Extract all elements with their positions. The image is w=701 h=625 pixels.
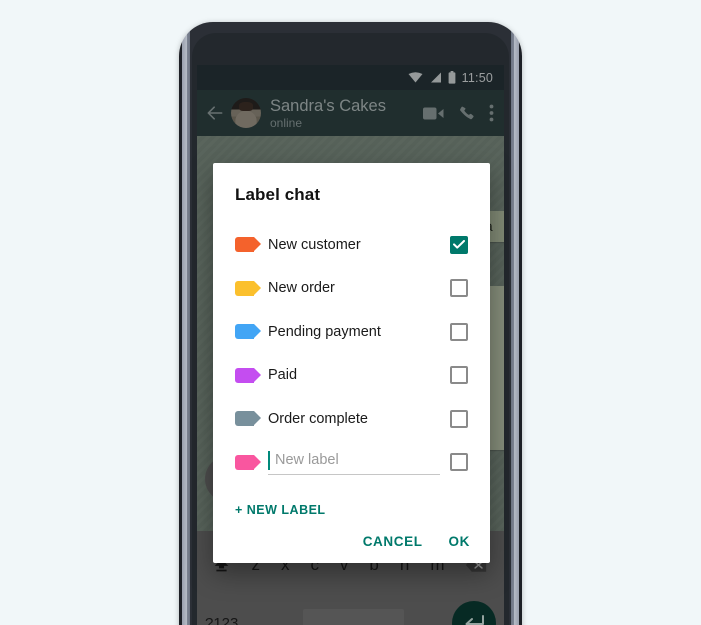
label-checkbox[interactable] — [450, 366, 468, 385]
dialog-title: Label chat — [235, 185, 321, 204]
label-checkbox[interactable] — [450, 409, 468, 428]
label-checkbox[interactable] — [450, 279, 468, 298]
label-row-paid[interactable]: Paid — [235, 354, 468, 398]
label-tag-icon — [235, 454, 261, 470]
label-tag-icon — [235, 280, 261, 296]
label-checkbox[interactable] — [450, 235, 468, 254]
label-row-new-customer[interactable]: New customer — [235, 223, 468, 267]
label-name: Paid — [268, 367, 298, 384]
label-tag-icon — [235, 324, 261, 340]
add-new-label-button[interactable]: + NEW LABEL — [235, 503, 468, 517]
label-tag-icon — [235, 367, 261, 383]
text-caret — [268, 451, 270, 471]
label-row-order-complete[interactable]: Order complete — [235, 397, 468, 441]
check-icon — [453, 240, 465, 249]
label-row-pending-payment[interactable]: Pending payment — [235, 310, 468, 354]
page-root: 11:50 Sandra's Cakes online z x c v b n … — [0, 0, 701, 625]
ok-button[interactable]: OK — [449, 534, 470, 549]
label-tag-icon — [235, 411, 261, 427]
label-name: New order — [268, 280, 335, 297]
dialog-actions: CANCEL OK — [363, 534, 470, 549]
label-row-new-order[interactable]: New order — [235, 267, 468, 311]
label-tag-icon — [235, 237, 261, 253]
label-checkbox[interactable] — [450, 322, 468, 341]
new-label-input[interactable]: New label — [268, 449, 440, 476]
label-name: New customer — [268, 236, 361, 253]
label-chat-dialog: Label chat New customer New order Pendin… — [213, 163, 490, 563]
label-name: Order complete — [268, 410, 368, 427]
cancel-button[interactable]: CANCEL — [363, 534, 423, 549]
input-underline — [268, 474, 440, 476]
new-label-placeholder: New label — [275, 452, 339, 469]
label-row-new-label[interactable]: New label — [235, 441, 468, 485]
label-name: Pending payment — [268, 323, 381, 340]
label-checkbox[interactable] — [450, 453, 468, 472]
